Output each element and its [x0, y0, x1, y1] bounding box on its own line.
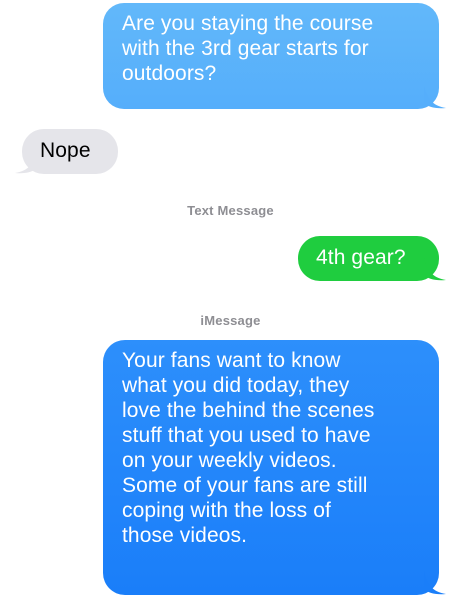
received-message-bubble[interactable]: Nope — [15, 129, 118, 174]
bubble-tail-icon — [424, 571, 446, 595]
sent-message-bubble[interactable]: Your fans want to know what you did toda… — [103, 340, 446, 595]
service-label-text-message: Text Message — [187, 203, 274, 218]
sent-sms-bubble[interactable]: 4th gear? — [298, 236, 446, 281]
bubble-tail-icon — [424, 257, 446, 281]
bubble-tail-icon — [424, 85, 446, 109]
message-text: 4th gear? — [316, 246, 406, 269]
message-text: Are you staying the course with the 3rd … — [122, 12, 374, 85]
message-text: Your fans want to know what you did toda… — [122, 349, 375, 547]
message-thread: Are you staying the course with the 3rd … — [0, 0, 461, 600]
message-text: Nope — [40, 139, 91, 162]
bubble-tail-icon — [15, 150, 37, 174]
service-label-imessage: iMessage — [200, 313, 261, 328]
sent-message-bubble[interactable]: Are you staying the course with the 3rd … — [103, 3, 446, 109]
